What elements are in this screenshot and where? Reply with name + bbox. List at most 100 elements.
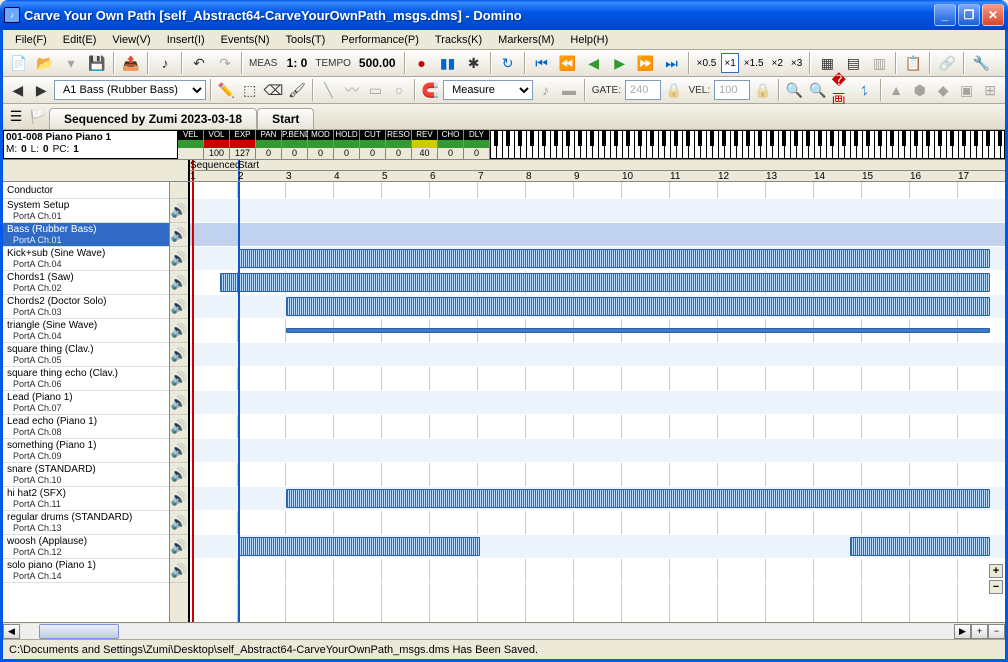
- hzoom-minus-button[interactable]: −: [988, 624, 1005, 639]
- hzoom-plus-button[interactable]: +: [971, 624, 988, 639]
- pause-button[interactable]: ▮▮: [436, 52, 460, 74]
- midi-clip[interactable]: [220, 273, 990, 292]
- grid-row[interactable]: [190, 463, 1005, 487]
- grid-row[interactable]: [190, 199, 1005, 223]
- view3-button[interactable]: ▥: [867, 52, 891, 74]
- speaker-icon[interactable]: 🔊: [170, 463, 188, 487]
- skip-end-button[interactable]: ⏭: [660, 52, 684, 74]
- circle-tool-button[interactable]: ○: [388, 79, 409, 101]
- meter-cho[interactable]: CHO0: [438, 130, 464, 159]
- meter-vol[interactable]: VOL100: [204, 130, 230, 159]
- rest-button[interactable]: ▬: [558, 79, 579, 101]
- track-row[interactable]: System SetupPortA Ch.01: [3, 199, 169, 223]
- select-tool-button[interactable]: ⬚: [239, 79, 260, 101]
- grid-row[interactable]: [190, 439, 1005, 463]
- marker-tab[interactable]: Sequenced by Zumi 2023-03-18: [49, 108, 257, 129]
- grid-row[interactable]: [190, 343, 1005, 367]
- zoom-button[interactable]: ×0.5: [694, 53, 720, 73]
- speaker-icon[interactable]: 🔊: [170, 415, 188, 439]
- maximize-button[interactable]: ❐: [958, 4, 980, 26]
- meter-rev[interactable]: REV40: [412, 130, 438, 159]
- menu-item[interactable]: Markers(M): [490, 32, 562, 47]
- menu-item[interactable]: Insert(I): [159, 32, 213, 47]
- zoom-in-h-button[interactable]: 🔍: [784, 79, 805, 101]
- snap-toggle-button[interactable]: 🧲: [420, 79, 441, 101]
- menu-item[interactable]: Tracks(K): [427, 32, 490, 47]
- grid-row[interactable]: [190, 391, 1005, 415]
- track-row[interactable]: Lead (Piano 1)PortA Ch.07: [3, 391, 169, 415]
- open-dropdown-button[interactable]: ▾: [59, 52, 83, 74]
- next-track-button[interactable]: ▶: [30, 79, 51, 101]
- grid-row[interactable]: [190, 182, 1005, 199]
- track-row[interactable]: regular drums (STANDARD)PortA Ch.13: [3, 511, 169, 535]
- meter-hold[interactable]: HOLD0: [334, 130, 360, 159]
- refresh-button[interactable]: 📋: [901, 52, 925, 74]
- marker-list-button[interactable]: ☰: [5, 106, 27, 128]
- gate-input[interactable]: [625, 80, 661, 100]
- close-button[interactable]: ✕: [982, 4, 1004, 26]
- menu-item[interactable]: View(V): [104, 32, 158, 47]
- speaker-icon[interactable]: 🔊: [170, 391, 188, 415]
- track-row[interactable]: Bass (Rubber Bass)PortA Ch.01: [3, 223, 169, 247]
- grid-row[interactable]: [190, 559, 1005, 583]
- minimize-button[interactable]: _: [934, 4, 956, 26]
- grid-row[interactable]: [190, 295, 1005, 319]
- midi-clip[interactable]: [238, 249, 990, 268]
- link-button[interactable]: 🔗: [935, 52, 959, 74]
- tool-c-button[interactable]: ◆: [932, 79, 953, 101]
- menu-item[interactable]: Edit(E): [55, 32, 105, 47]
- grid-row[interactable]: [190, 271, 1005, 295]
- speaker-icon[interactable]: 🔊: [170, 511, 188, 535]
- zoom-button[interactable]: ×3: [788, 53, 805, 73]
- midi-clip[interactable]: [286, 489, 990, 508]
- meter-p.bend[interactable]: P.BEND0: [282, 130, 308, 159]
- tool-e-button[interactable]: ⊞: [979, 79, 1000, 101]
- note-button[interactable]: ♪: [535, 79, 556, 101]
- speaker-icon[interactable]: 🔊: [170, 559, 188, 583]
- loop-button[interactable]: ↻: [496, 52, 520, 74]
- menu-item[interactable]: Events(N): [213, 32, 278, 47]
- settings-button[interactable]: 🔧: [969, 52, 993, 74]
- ruler-marker[interactable]: Start: [238, 160, 259, 171]
- tool-d-button[interactable]: ▣: [956, 79, 977, 101]
- record-button[interactable]: ●: [410, 52, 434, 74]
- track-info-box[interactable]: 001-008 Piano Piano 1 M:0 L:0 PC:1: [3, 130, 178, 159]
- grid-row[interactable]: [190, 487, 1005, 511]
- meter-cut[interactable]: CUT0: [360, 130, 386, 159]
- midi-clip[interactable]: [238, 537, 480, 556]
- menu-item[interactable]: Help(H): [562, 32, 616, 47]
- grid-row[interactable]: [190, 319, 1005, 343]
- vel-input[interactable]: [714, 80, 750, 100]
- grid-row[interactable]: [190, 223, 1005, 247]
- track-row[interactable]: Lead echo (Piano 1)PortA Ch.08: [3, 415, 169, 439]
- midi-clip[interactable]: [286, 297, 990, 316]
- speaker-icon[interactable]: 🔊: [170, 439, 188, 463]
- speaker-icon[interactable]: 🔊: [170, 535, 188, 559]
- scroll-right-button[interactable]: ▶: [954, 624, 971, 639]
- note-tool-button[interactable]: ♪: [153, 52, 177, 74]
- speaker-icon[interactable]: [170, 182, 188, 199]
- curve-tool-button[interactable]: 〰: [341, 79, 362, 101]
- speaker-icon[interactable]: 🔊: [170, 295, 188, 319]
- meter-pan[interactable]: PAN0: [256, 130, 282, 159]
- scroll-thumb[interactable]: [39, 624, 119, 639]
- track-row[interactable]: triangle (Sine Wave)PortA Ch.04: [3, 319, 169, 343]
- piano-keyboard[interactable]: [490, 130, 1005, 159]
- speaker-icon[interactable]: 🔊: [170, 343, 188, 367]
- tool-a-button[interactable]: ▲: [886, 79, 907, 101]
- eraser-tool-button[interactable]: ⌫: [263, 79, 285, 101]
- track-row[interactable]: hi hat2 (SFX)PortA Ch.11: [3, 487, 169, 511]
- rect-tool-button[interactable]: ▭: [365, 79, 386, 101]
- midi-clip[interactable]: [286, 328, 990, 333]
- menu-item[interactable]: Performance(P): [333, 32, 427, 47]
- zoom-button[interactable]: ×2: [769, 53, 786, 73]
- grid-minus-button[interactable]: −: [989, 580, 1003, 594]
- menu-item[interactable]: Tools(T): [278, 32, 334, 47]
- prev-track-button[interactable]: ◀: [7, 79, 28, 101]
- zoom-in-v-button[interactable]: �画: [831, 79, 852, 101]
- track-row[interactable]: Conductor: [3, 182, 169, 199]
- grid-row[interactable]: [190, 535, 1005, 559]
- timeline-ruler[interactable]: 1234567891011121314151617 SequencedStart: [3, 160, 1005, 182]
- speaker-icon[interactable]: 🔊: [170, 223, 188, 247]
- save-button[interactable]: 💾: [85, 52, 109, 74]
